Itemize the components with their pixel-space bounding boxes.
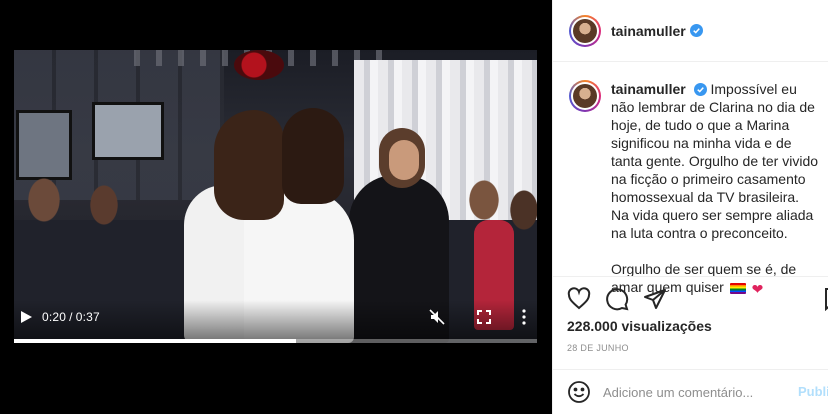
comment-icon[interactable]: [605, 287, 629, 311]
comment-input[interactable]: [603, 379, 783, 405]
officiant-face: [389, 140, 419, 180]
verified-icon: [693, 83, 707, 96]
post-caption: tainamuller Impossível eu não lembrar de…: [569, 80, 828, 298]
set-screen: [92, 102, 164, 160]
fullscreen-button[interactable]: [474, 308, 494, 326]
play-icon: [20, 311, 32, 323]
emoji-icon[interactable]: [567, 380, 591, 404]
post-header: tainamuller: [553, 0, 828, 62]
play-button[interactable]: [18, 308, 34, 326]
video-progress-bar[interactable]: [14, 339, 537, 343]
more-icon: [522, 309, 526, 325]
video-player[interactable]: 0:20/0:37: [0, 0, 552, 414]
caption-paragraph-1: Impossível eu não lembrar de Clarina no …: [611, 81, 819, 241]
verified-icon: [689, 24, 703, 37]
comment-bar: Publi: [553, 369, 828, 414]
flower-decoration: [234, 50, 284, 80]
video-progress-fill: [14, 339, 297, 343]
avatar-photo: [573, 18, 597, 43]
caption-avatar[interactable]: [569, 80, 601, 112]
mute-button[interactable]: [427, 308, 447, 326]
view-count: 228.000 visualizações: [567, 318, 712, 334]
post-actions: 228.000 visualizações 28 DE JUNHO Publi: [553, 276, 828, 405]
post-date[interactable]: 28 DE JUNHO: [567, 343, 629, 353]
video-time: 0:20/0:37: [42, 310, 100, 324]
header-username[interactable]: tainamuller: [611, 23, 686, 39]
action-icons: [567, 287, 667, 311]
time-separator: /: [69, 310, 73, 324]
publish-button[interactable]: Publi: [798, 384, 828, 399]
bride-right-hair: [282, 108, 344, 204]
post-panel: tainamuller tainamuller Impossível eu nã…: [552, 0, 828, 414]
avatar-photo: [573, 84, 597, 108]
caption-username[interactable]: tainamuller: [611, 81, 686, 97]
duration: 0:37: [75, 310, 100, 324]
more-options-button[interactable]: [514, 308, 534, 326]
video-controls: 0:20/0:37: [14, 300, 537, 343]
fullscreen-icon: [477, 310, 491, 324]
heart-icon[interactable]: [567, 287, 591, 311]
caption-text: tainamuller Impossível eu não lembrar de…: [611, 80, 819, 298]
save-icon[interactable]: [821, 287, 828, 311]
muted-icon: [429, 309, 445, 325]
avatar[interactable]: [569, 14, 601, 47]
share-icon[interactable]: [643, 287, 667, 311]
bride-left-hair: [214, 110, 284, 220]
current-time: 0:20: [42, 310, 67, 324]
